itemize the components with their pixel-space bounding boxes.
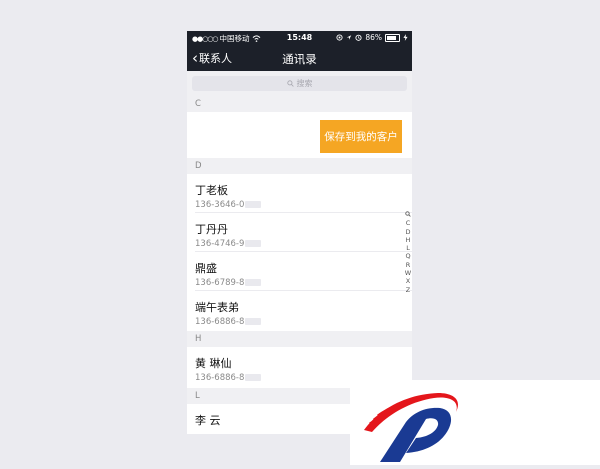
search-input[interactable]: 搜索 — [192, 76, 407, 91]
section-letter: L — [195, 391, 200, 401]
contact-name: 端午表弟 — [195, 301, 239, 314]
search-placeholder: 搜索 — [296, 79, 313, 88]
contact-phone: 136-6789-8 — [195, 278, 262, 288]
charging-icon — [403, 34, 408, 41]
section-header-d: D — [187, 158, 412, 174]
battery-percent: 86% — [365, 33, 382, 42]
contact-row[interactable]: 鼎盛 136-6789-8 — [187, 252, 412, 291]
contact-name: 李 云 — [195, 414, 221, 427]
section-letter: H — [195, 334, 202, 344]
contact-row[interactable]: 端午表弟 136-6886-8 — [187, 291, 412, 330]
watermark-logo — [350, 380, 600, 465]
contact-name: 丁丹丹 — [195, 223, 228, 236]
contact-name: 丁老板 — [195, 184, 228, 197]
index-letter[interactable]: R — [404, 261, 412, 269]
contact-name: 鼎盛 — [195, 262, 217, 275]
index-search-icon[interactable] — [404, 211, 412, 219]
section-header-h: H — [187, 331, 412, 347]
index-letter[interactable]: L — [404, 244, 412, 252]
phone-screen: ●●○○○ 中国移动 15:48 86% ‹ 联系人 通讯录 搜索 C 保存到我… — [187, 31, 412, 434]
save-to-my-clients-button[interactable]: 保存到我的客户 — [320, 120, 402, 153]
contact-phone: 136-4746-9 — [195, 239, 262, 249]
contact-phone: 136-6886-8 — [195, 373, 262, 383]
contact-name: 黄 琳仙 — [195, 357, 232, 370]
page-title: 通讯录 — [282, 52, 317, 66]
section-header-c: C — [187, 96, 412, 112]
navigation-bar: ‹ 联系人 通讯录 — [187, 45, 412, 71]
rotation-lock-icon — [336, 34, 343, 41]
contact-row[interactable]: 丁老板 136-3646-0 — [187, 174, 412, 213]
redacted-digits — [245, 374, 262, 381]
contact-phone: 136-3646-0 — [195, 200, 262, 210]
redacted-digits — [245, 240, 262, 247]
battery-icon — [385, 33, 400, 42]
brand-logo-icon — [364, 393, 458, 462]
status-bar: ●●○○○ 中国移动 15:48 86% — [187, 31, 412, 45]
index-letter[interactable]: C — [404, 219, 412, 227]
contact-phone: 136-6886-8 — [195, 317, 262, 327]
section-letter: C — [195, 99, 201, 109]
status-right: 86% — [336, 33, 408, 42]
search-icon — [286, 80, 294, 87]
alarm-icon — [355, 34, 362, 41]
redacted-digits — [245, 318, 262, 325]
contact-row[interactable]: 丁丹丹 136-4746-9 — [187, 213, 412, 252]
index-letter[interactable]: D — [404, 228, 412, 236]
index-letter[interactable]: H — [404, 236, 412, 244]
redacted-digits — [245, 279, 262, 286]
index-letter[interactable]: Q — [404, 252, 412, 260]
alphabet-index: C D H L Q R W X Z — [404, 211, 412, 294]
location-icon — [347, 35, 352, 40]
index-letter[interactable]: X — [404, 277, 412, 285]
section-letter: D — [195, 161, 202, 171]
index-letter[interactable]: Z — [404, 286, 412, 294]
search-bar: 搜索 — [187, 71, 412, 96]
redacted-digits — [245, 201, 262, 208]
index-letter[interactable]: W — [404, 269, 412, 277]
